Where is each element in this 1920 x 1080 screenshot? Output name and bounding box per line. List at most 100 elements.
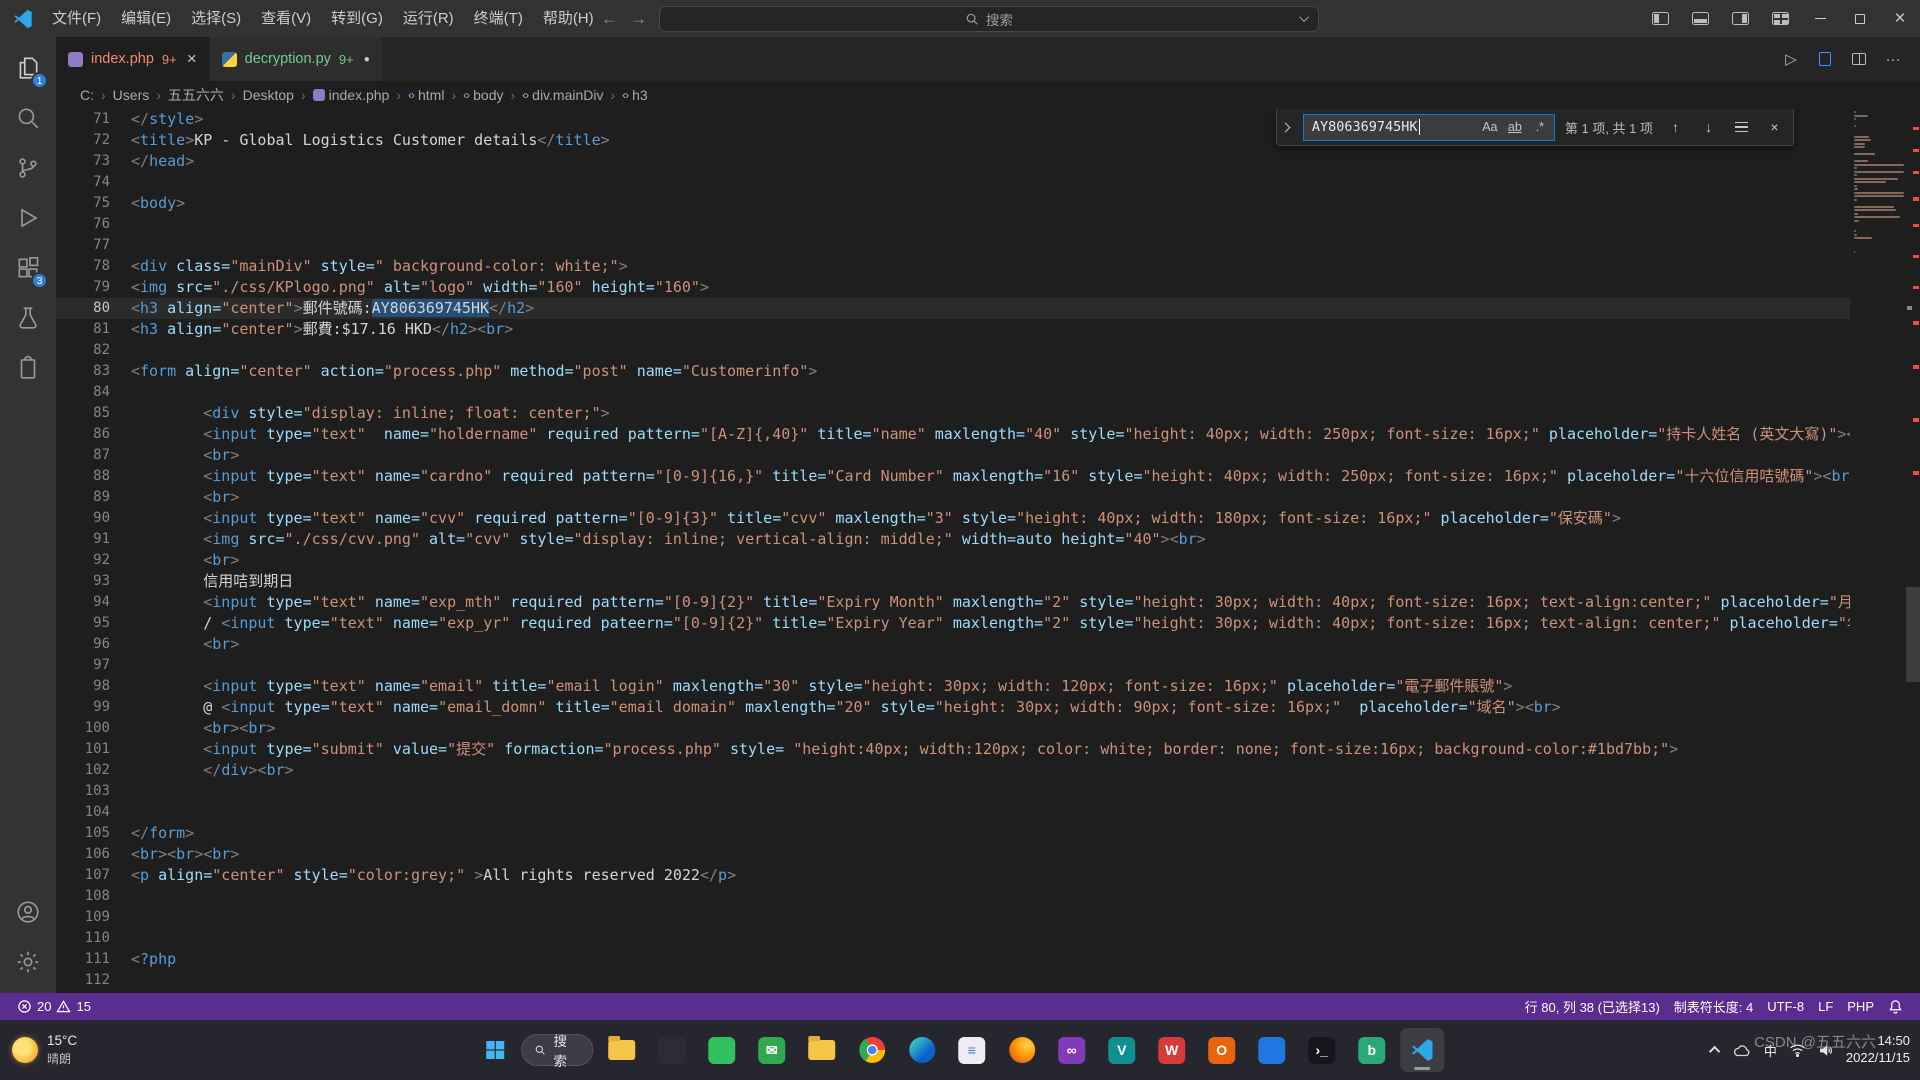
code-line-78[interactable]: 78<div class="mainDiv" style=" backgroun…	[56, 256, 1850, 277]
code-line-80[interactable]: 80<h3 align="center">郵件號碼:AY806369745HK<…	[56, 298, 1850, 319]
activity-account[interactable]	[4, 887, 52, 937]
code-line-112[interactable]: 112	[56, 970, 1850, 991]
code-line-77[interactable]: 77	[56, 235, 1850, 256]
code-line-99[interactable]: 99 @ <input type="text" name="email_domn…	[56, 697, 1850, 718]
code-line-91[interactable]: 91 <img src="./css/cvv.png" alt="cvv" st…	[56, 529, 1850, 550]
taskbar-v-app-icon[interactable]: V	[1100, 1028, 1144, 1072]
code-line-106[interactable]: 106<br><br><br>	[56, 844, 1850, 865]
menu-item-7[interactable]: 帮助(H)	[533, 5, 604, 32]
breadcrumb-item-Users[interactable]: Users	[111, 87, 152, 103]
code-line-94[interactable]: 94 <input type="text" name="exp_mth" req…	[56, 592, 1850, 613]
taskbar-visual-studio-icon[interactable]: ∞	[1050, 1028, 1094, 1072]
code-line-108[interactable]: 108	[56, 886, 1850, 907]
find-in-selection-icon[interactable]	[1729, 115, 1754, 140]
minimize-button[interactable]	[1800, 0, 1840, 37]
breadcrumb-item-C:[interactable]: C:	[78, 87, 96, 103]
whole-word-toggle[interactable]: ab	[1504, 116, 1526, 138]
taskbar-mail-icon[interactable]: ✉	[750, 1028, 794, 1072]
breadcrumb-item-body[interactable]: ‹›body	[461, 87, 505, 103]
code-line-86[interactable]: 86 <input type="text" name="holdername" …	[56, 424, 1850, 445]
wifi-icon[interactable]	[1789, 1043, 1806, 1057]
menu-item-0[interactable]: 文件(F)	[42, 5, 111, 32]
next-match-icon[interactable]: ↓	[1696, 115, 1721, 140]
find-input[interactable]: AY806369745HK Aa ab .*	[1303, 114, 1555, 141]
code-line-87[interactable]: 87 <br>	[56, 445, 1850, 466]
code-line-97[interactable]: 97	[56, 655, 1850, 676]
code-line-81[interactable]: 81<h3 align="center">郵費:$17.16 HKD</h2><…	[56, 319, 1850, 340]
code-line-104[interactable]: 104	[56, 802, 1850, 823]
code-line-98[interactable]: 98 <input type="text" name="email" title…	[56, 676, 1850, 697]
taskbar-office-app-icon[interactable]: O	[1200, 1028, 1244, 1072]
taskbar-wechat-icon[interactable]	[700, 1028, 744, 1072]
previous-match-icon[interactable]: ↑	[1663, 115, 1688, 140]
taskbar-documents-folder-icon[interactable]	[800, 1028, 844, 1072]
code-line-96[interactable]: 96 <br>	[56, 634, 1850, 655]
taskbar-b-app-icon[interactable]: b	[1350, 1028, 1394, 1072]
activity-testing[interactable]	[4, 293, 52, 343]
code-line-92[interactable]: 92 <br>	[56, 550, 1850, 571]
taskbar-notes-app-icon[interactable]: ≡	[950, 1028, 994, 1072]
activity-extensions[interactable]: 3	[4, 243, 52, 293]
taskbar-terminal-icon[interactable]: ›_	[1300, 1028, 1344, 1072]
code-line-102[interactable]: 102 </div><br>	[56, 760, 1850, 781]
activity-source-control[interactable]	[4, 143, 52, 193]
code-line-100[interactable]: 100 <br><br>	[56, 718, 1850, 739]
breadcrumb-item-五五六六[interactable]: 五五六六	[166, 85, 226, 105]
notifications-bell[interactable]	[1881, 999, 1910, 1014]
code-line-95[interactable]: 95 / <input type="text" name="exp_yr" re…	[56, 613, 1850, 634]
code-line-93[interactable]: 93 信用咭到期日	[56, 571, 1850, 592]
split-editor-icon[interactable]	[1844, 44, 1874, 74]
activity-report[interactable]	[4, 343, 52, 393]
close-find-icon[interactable]: ×	[1762, 115, 1787, 140]
back-icon[interactable]: ←	[601, 9, 618, 29]
command-search[interactable]: 搜索	[659, 6, 1319, 32]
cursor-position[interactable]: 行 80, 列 38 (已选择13)	[1518, 997, 1667, 1016]
code-line-76[interactable]: 76	[56, 214, 1850, 235]
taskbar-start-button[interactable]	[476, 1028, 514, 1072]
code-area[interactable]: 71</style>72<title>KP - Global Logistics…	[56, 109, 1850, 993]
taskbar-edge-icon[interactable]	[900, 1028, 944, 1072]
hidden-icons-chevron-icon[interactable]	[1709, 1046, 1720, 1057]
tab-index.php[interactable]: index.php9+×	[56, 37, 210, 81]
code-line-75[interactable]: 75<body>	[56, 193, 1850, 214]
code-line-109[interactable]: 109	[56, 907, 1850, 928]
menu-item-5[interactable]: 运行(R)	[393, 5, 464, 32]
maximize-button[interactable]	[1840, 0, 1880, 37]
breadcrumb-item-index.php[interactable]: index.php	[311, 87, 392, 103]
taskbar-vscode-icon[interactable]	[1400, 1028, 1444, 1072]
taskbar-w-app-icon[interactable]: W	[1150, 1028, 1194, 1072]
breadcrumb-item-Desktop[interactable]: Desktop	[241, 87, 296, 103]
activity-explorer[interactable]: 1	[4, 43, 52, 93]
open-preview-icon[interactable]	[1810, 44, 1840, 74]
code-editor[interactable]: 71</style>72<title>KP - Global Logistics…	[56, 109, 1920, 993]
code-line-73[interactable]: 73</head>	[56, 151, 1850, 172]
taskbar-chat-app-icon[interactable]	[1250, 1028, 1294, 1072]
taskbar-media-app-icon[interactable]	[650, 1028, 694, 1072]
code-line-105[interactable]: 105</form>	[56, 823, 1850, 844]
customize-layout-icon[interactable]	[1760, 0, 1800, 37]
more-actions-icon[interactable]: ···	[1878, 44, 1908, 74]
code-line-111[interactable]: 111<?php	[56, 949, 1850, 970]
menu-item-6[interactable]: 终端(T)	[464, 5, 533, 32]
toggle-panel-icon[interactable]	[1680, 0, 1720, 37]
regex-toggle[interactable]: .*	[1529, 116, 1551, 138]
activity-search[interactable]	[4, 93, 52, 143]
code-line-103[interactable]: 103	[56, 781, 1850, 802]
match-case-toggle[interactable]: Aa	[1479, 116, 1501, 138]
taskbar-file-explorer-icon[interactable]	[600, 1028, 644, 1072]
weather-widget[interactable]: 15°C 晴朗	[12, 1033, 77, 1067]
close-button[interactable]: ×	[1880, 0, 1920, 37]
minimap[interactable]	[1850, 109, 1906, 993]
toggle-sidebar-icon[interactable]	[1640, 0, 1680, 37]
forward-icon[interactable]: →	[630, 9, 647, 29]
dirty-indicator[interactable]: ●	[364, 54, 370, 65]
code-line-83[interactable]: 83<form align="center" action="process.p…	[56, 361, 1850, 382]
breadcrumb-item-html[interactable]: ‹›html	[406, 87, 446, 103]
code-line-110[interactable]: 110	[56, 928, 1850, 949]
menu-item-2[interactable]: 选择(S)	[181, 5, 251, 32]
taskbar-firefox-icon[interactable]	[1000, 1028, 1044, 1072]
taskbar-chrome-icon[interactable]	[850, 1028, 894, 1072]
code-line-82[interactable]: 82	[56, 340, 1850, 361]
run-file-icon[interactable]: ▷	[1776, 44, 1806, 74]
menu-item-1[interactable]: 编辑(E)	[111, 5, 181, 32]
